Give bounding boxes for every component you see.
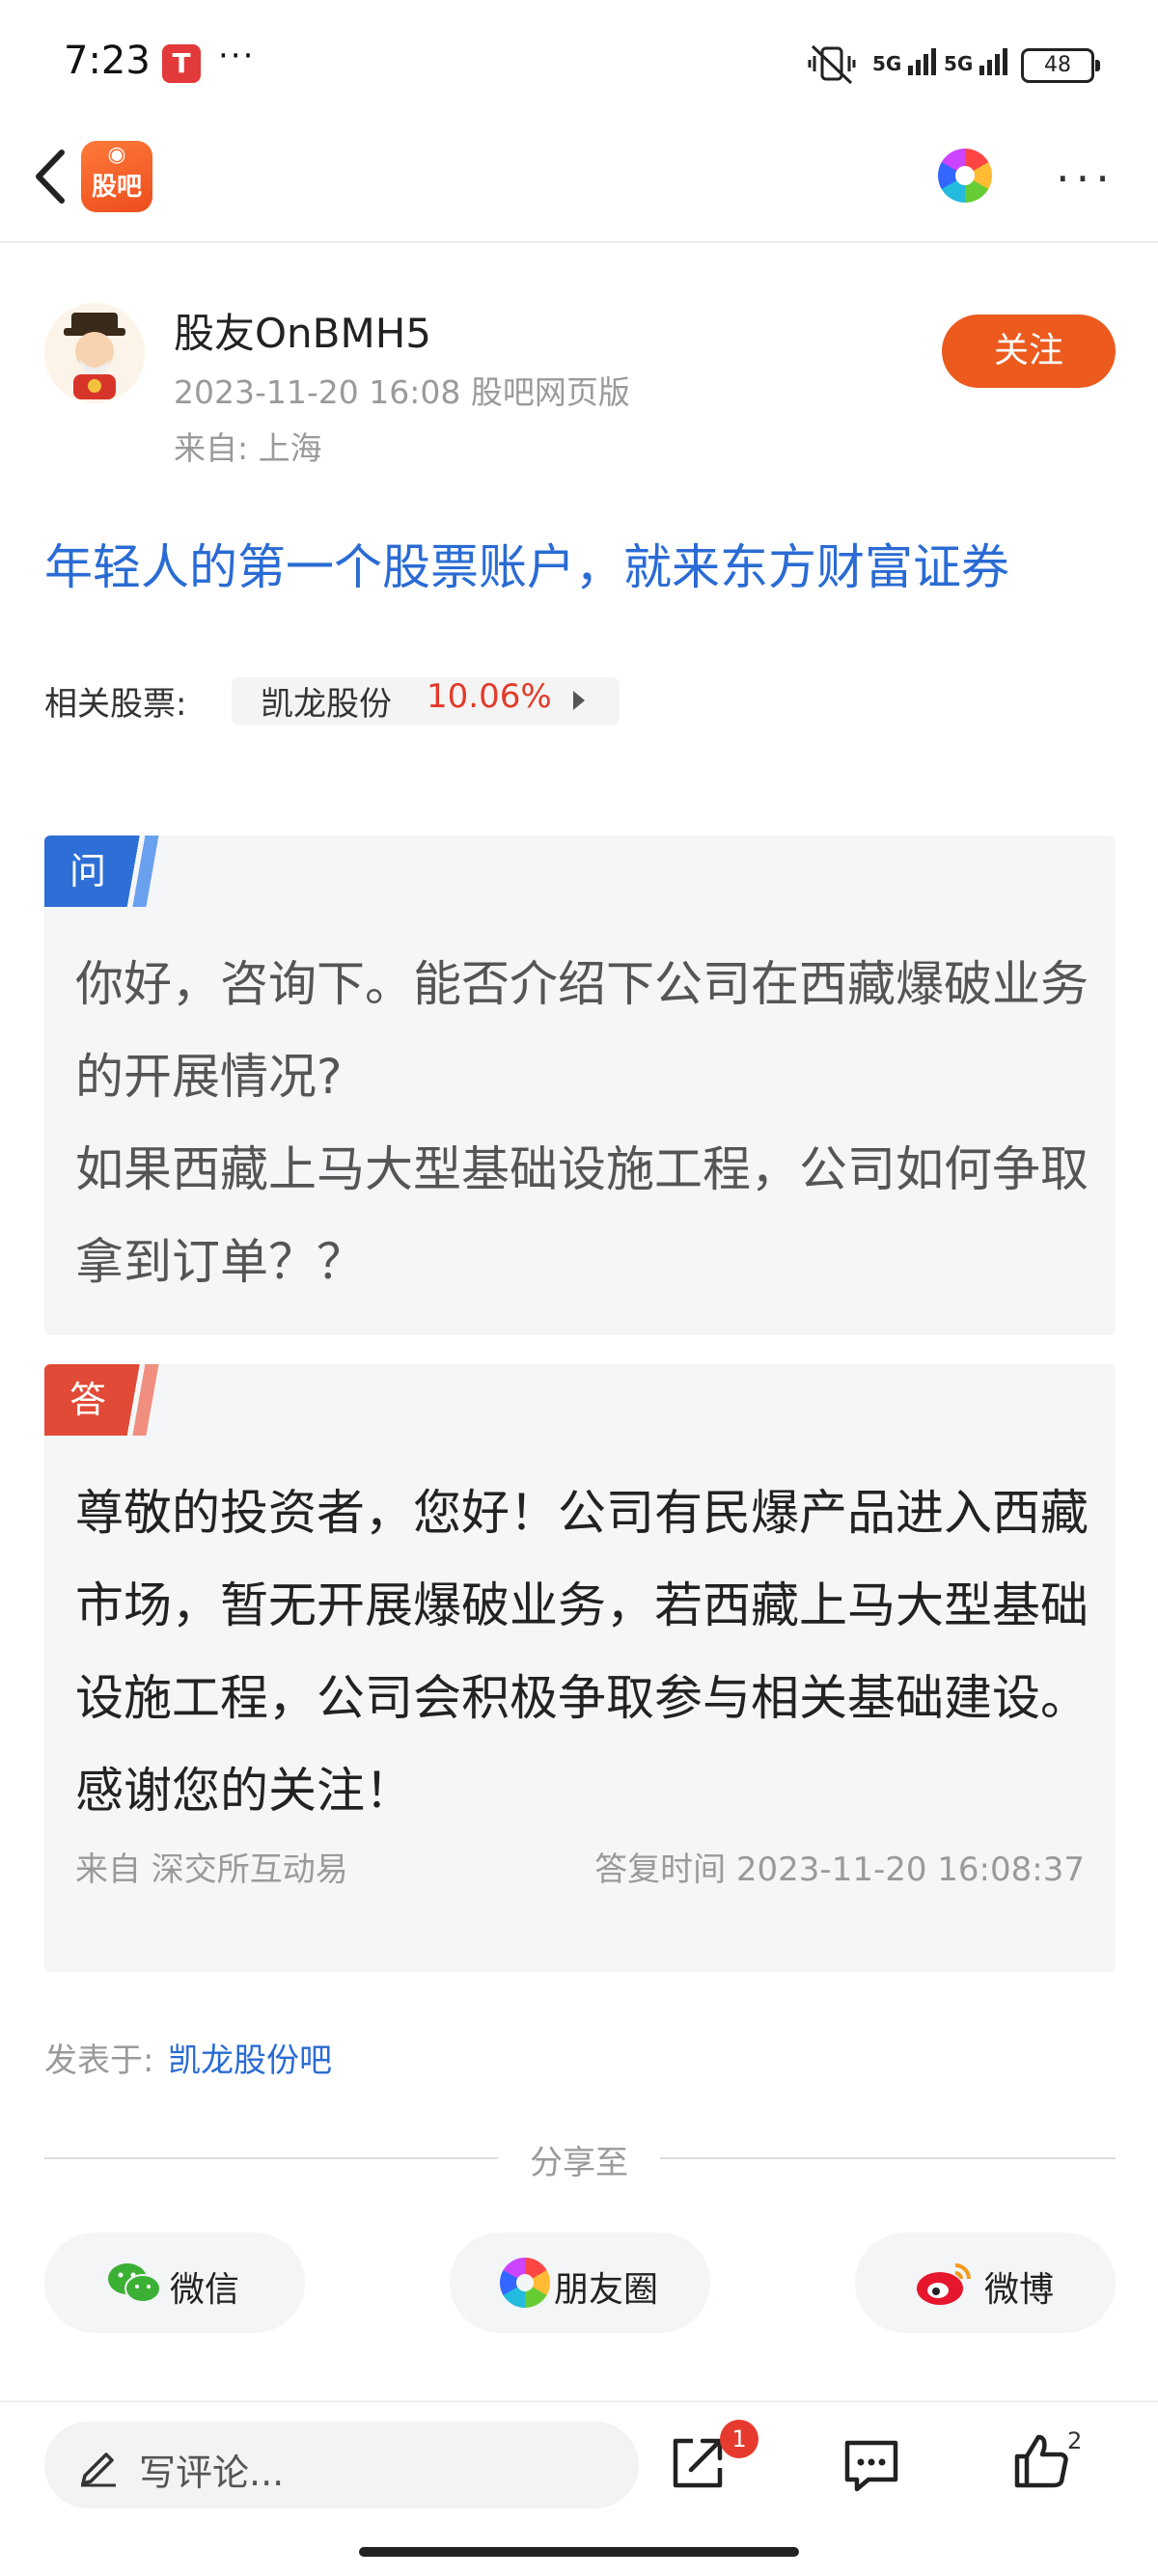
comment-bubble-icon[interactable] xyxy=(840,2433,903,2497)
comment-placeholder: 写评论... xyxy=(139,2452,285,2494)
back-arrow-icon[interactable] xyxy=(27,143,85,210)
answer-source: 来自 深交所互动易 xyxy=(75,1850,348,1889)
answer-tag: 答 xyxy=(44,1364,168,1436)
answer-time: 答复时间 2023-11-20 16:08:37 xyxy=(594,1850,1085,1889)
question-text: 你好，咨询下。能否介绍下公司在西藏爆破业务的开展情况? 如果西藏上马大型基础设施… xyxy=(75,956,1089,1290)
posted-bar-link[interactable]: 凯龙股份吧 xyxy=(168,2034,332,2081)
answer-text: 尊敬的投资者，您好！公司有民爆产品进入西藏市场，暂无开展爆破业务，若西藏上马大型… xyxy=(75,1485,1089,1819)
tesla-app-icon: T xyxy=(162,44,201,83)
notification-more-icon: ··· xyxy=(218,37,256,75)
signal-1-icon: 5G xyxy=(872,48,939,75)
follow-button[interactable]: 关注 xyxy=(942,315,1116,388)
share-weibo-label: 微博 xyxy=(984,2270,1055,2310)
share-wechat-button[interactable]: 微信 xyxy=(44,2233,305,2333)
related-stock-name[interactable]: 凯龙股份 xyxy=(261,677,392,725)
question-tag: 问 xyxy=(44,836,168,907)
like-count: 2 xyxy=(1067,2427,1083,2454)
chevron-right-icon xyxy=(573,691,585,710)
share-moments-button[interactable]: 朋友圈 xyxy=(450,2233,710,2333)
share-label: 分享至 xyxy=(530,2144,628,2182)
more-options-icon[interactable]: ··· xyxy=(1056,152,1116,205)
moments-share-icon[interactable] xyxy=(938,149,992,203)
moments-icon xyxy=(500,2258,550,2308)
signal-2-icon: 5G xyxy=(944,48,1010,75)
home-indicator[interactable] xyxy=(359,2547,799,2557)
weibo-icon xyxy=(917,2263,971,2305)
bottom-bar-divider xyxy=(0,2400,1158,2402)
like-thumb-icon[interactable] xyxy=(1009,2429,1073,2493)
related-stock-change: 10.06% xyxy=(427,677,552,716)
post-datetime: 2023-11-20 16:08 股吧网页版 xyxy=(174,373,630,411)
posted-in-label: 发表于: xyxy=(44,2042,154,2080)
author-name[interactable]: 股友OnBMH5 xyxy=(174,301,431,360)
pencil-icon xyxy=(81,2453,116,2487)
comment-input[interactable]: 写评论... xyxy=(44,2422,639,2508)
post-location: 来自: 上海 xyxy=(174,429,322,467)
share-count-badge: 1 xyxy=(720,2420,758,2458)
header-divider xyxy=(0,241,1158,243)
answer-box: 答 尊敬的投资者，您好！公司有民爆产品进入西藏市场，暂无开展爆破业务，若西藏上马… xyxy=(44,1364,1116,1972)
guba-logo: ◉ 股吧 xyxy=(81,141,152,212)
related-stocks-label: 相关股票: xyxy=(44,685,187,724)
share-wechat-label: 微信 xyxy=(170,2270,240,2310)
share-divider-left xyxy=(44,2157,498,2159)
wechat-icon xyxy=(108,2263,161,2303)
question-box: 问 你好，咨询下。能否介绍下公司在西藏爆破业务的开展情况? 如果西藏上马大型基础… xyxy=(44,836,1116,1335)
battery-icon: 48 xyxy=(1021,48,1100,83)
share-moments-label: 朋友圈 xyxy=(554,2270,659,2310)
share-weibo-button[interactable]: 微博 xyxy=(855,2233,1116,2333)
share-divider-right xyxy=(660,2157,1116,2159)
status-time: 7:23 xyxy=(64,39,151,83)
mute-vibrate-icon xyxy=(808,44,856,85)
promo-title-link[interactable]: 年轻人的第一个股票账户，就来东方财富证券 xyxy=(44,529,1009,598)
user-avatar[interactable] xyxy=(44,303,145,403)
